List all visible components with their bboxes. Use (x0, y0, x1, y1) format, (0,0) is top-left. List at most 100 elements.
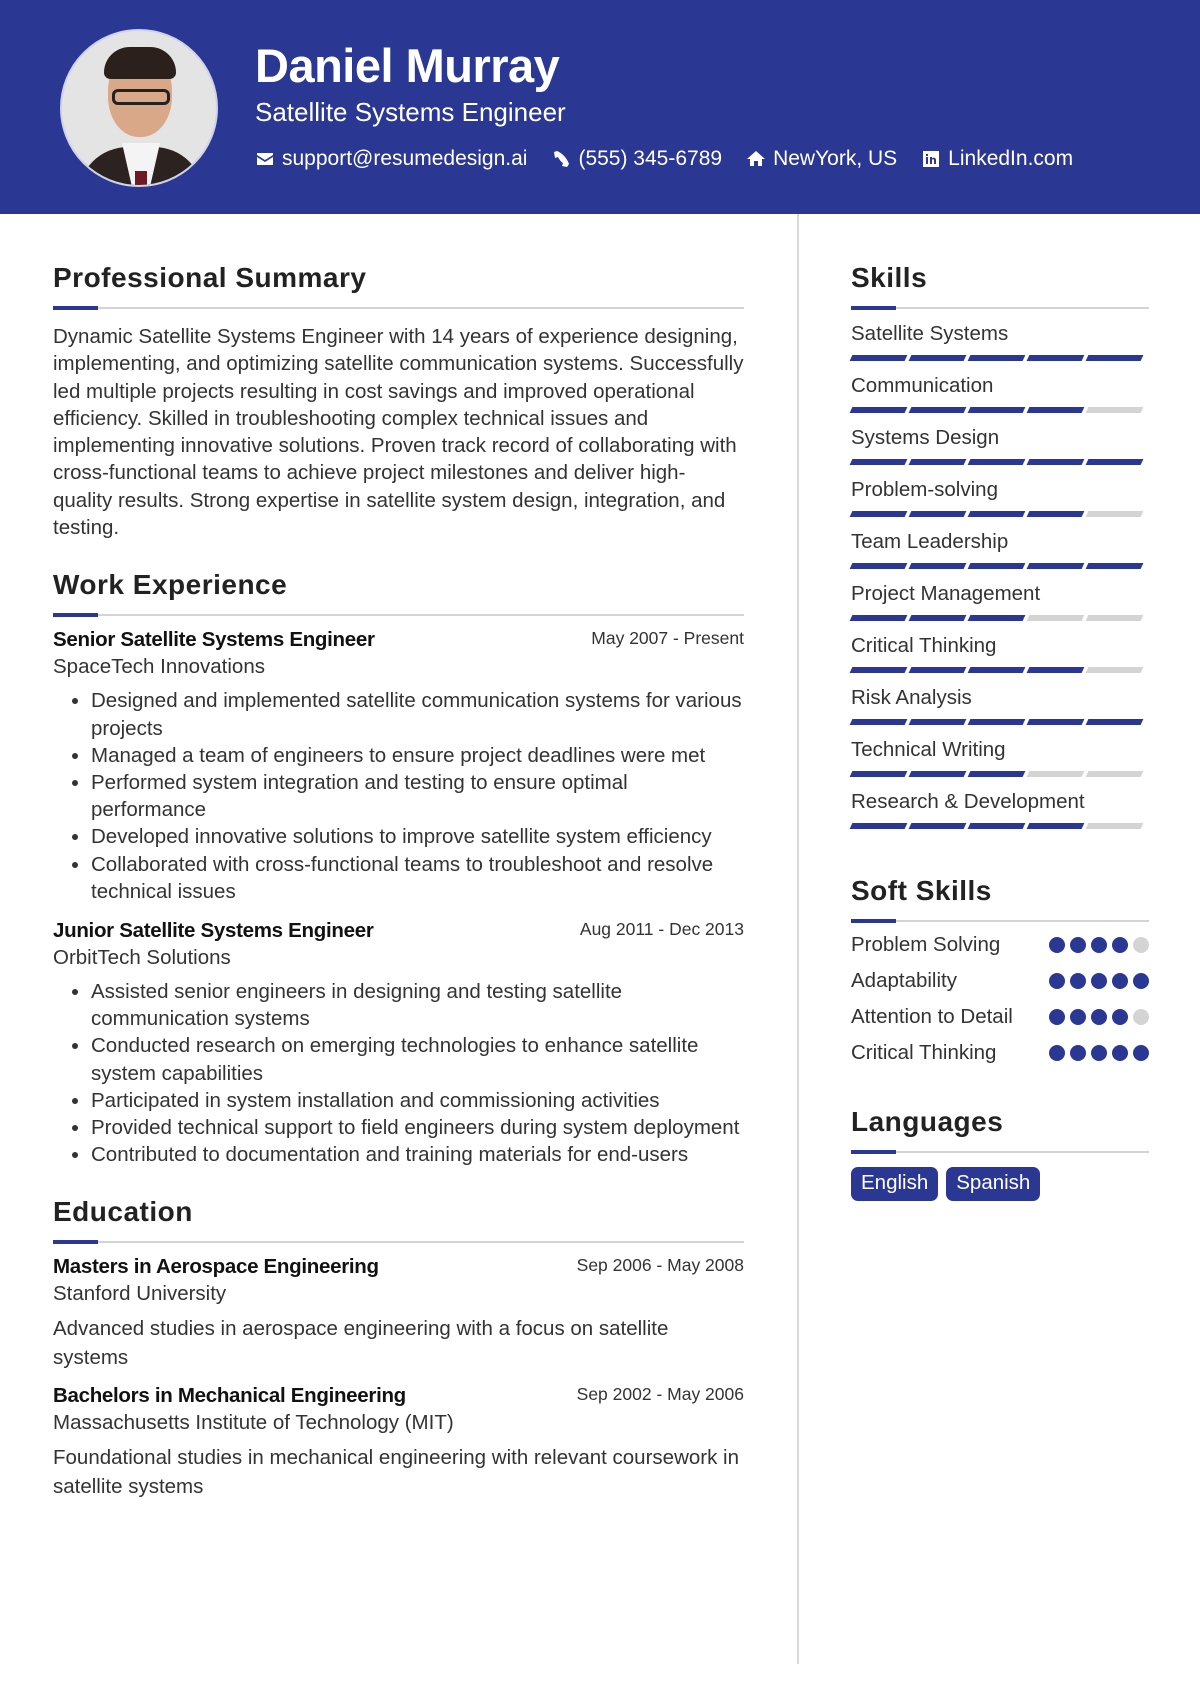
summary-text: Dynamic Satellite Systems Engineer with … (53, 325, 744, 540)
skill-level-segment (908, 667, 967, 673)
rating-dot (1133, 973, 1149, 989)
contact-phone-text: (555) 345-6789 (578, 147, 723, 170)
main-column: Professional Summary Dynamic Satellite S… (53, 262, 744, 1529)
skill-level-segment (1026, 719, 1085, 725)
job-bullet: Performed system integration and testing… (91, 769, 744, 823)
job-entry: Senior Satellite Systems Engineer May 200… (53, 628, 744, 905)
education-entry: Bachelors in Mechanical Engineering Sep 2… (53, 1384, 744, 1501)
skill-level-segment (967, 459, 1026, 465)
skill-level-segment (1085, 355, 1144, 361)
skill-level-segment (849, 719, 908, 725)
languages-section: Languages English Spanish (851, 1106, 1149, 1201)
job-bullet: Conducted research on emerging technolog… (91, 1032, 744, 1086)
skill-name: Risk Analysis (851, 686, 972, 709)
skill-level-segment (967, 823, 1026, 829)
job-bullet: Designed and implemented satellite commu… (91, 687, 744, 741)
skill-name: Satellite Systems (851, 322, 1009, 345)
education-description: Foundational studies in mechanical engin… (53, 1446, 739, 1499)
skill-level-segment (1085, 771, 1144, 777)
skill-level-segment (1085, 407, 1144, 413)
job-bullet: Assisted senior engineers in designing a… (91, 978, 744, 1032)
skill-level-segment (1085, 459, 1144, 465)
language-badge: English (851, 1167, 939, 1201)
contact-linkedin[interactable]: LinkedIn.com (921, 147, 1073, 171)
skill-level-segment (1085, 667, 1144, 673)
skill-level-segment (908, 719, 967, 725)
profile-photo (60, 29, 218, 187)
school-name: Massachusetts Institute of Technology (M… (53, 1411, 454, 1435)
rating-dot (1133, 1045, 1149, 1061)
experience-section: Work Experience Senior Satellite Systems… (53, 569, 744, 1168)
candidate-name: Daniel Murray (255, 39, 560, 92)
school-name: Stanford University (53, 1282, 227, 1306)
home-icon (747, 151, 766, 166)
job-date: Aug 2011 - Dec 2013 (579, 919, 744, 939)
soft-skill-rating (1049, 1009, 1149, 1025)
contact-email-text: support@resumedesign.ai (282, 147, 528, 170)
rating-dot (1049, 1009, 1065, 1025)
skill-level-bar (849, 407, 1149, 413)
skill-level-segment (908, 615, 967, 621)
job-bullet: Managed a team of engineers to ensure pr… (91, 742, 744, 769)
section-heading: Education (53, 1196, 193, 1228)
skill-level-segment (1085, 719, 1144, 725)
column-divider (797, 214, 799, 1664)
language-badge: Spanish (946, 1167, 1041, 1201)
soft-skill-list: Problem Solving Adaptability Attention to … (851, 931, 1149, 1066)
skill-level-segment (849, 615, 908, 621)
section-heading: Skills (851, 262, 928, 293)
soft-skill-name: Critical Thinking (851, 1041, 997, 1064)
skill-level-segment (849, 771, 908, 777)
soft-skill-row: Attention to Detail (851, 1003, 1149, 1030)
rating-dot (1049, 973, 1065, 989)
skill-level-segment (849, 563, 908, 569)
section-heading: Languages (851, 1106, 1004, 1137)
job-company: SpaceTech Innovations (53, 655, 265, 679)
skill-name: Research & Development (851, 790, 1085, 813)
skill-level-segment (1026, 823, 1085, 829)
skill-level-segment (1026, 563, 1085, 569)
rating-dot (1091, 1009, 1107, 1025)
soft-skill-rating (1049, 937, 1149, 953)
education-section: Education Masters in Aerospace Engineeri… (53, 1196, 744, 1501)
skill-level-segment (849, 511, 908, 517)
section-rule (53, 1240, 744, 1245)
job-bullets: Designed and implemented satellite commu… (53, 687, 744, 905)
skill-level-segment (908, 823, 967, 829)
skill-list: Satellite Systems Communication Systems De… (849, 322, 1149, 829)
skill-level-segment (1085, 615, 1144, 621)
skill-level-segment (1085, 823, 1144, 829)
rating-dot (1091, 973, 1107, 989)
education-date: Sep 2002 - May 2006 (576, 1384, 744, 1405)
job-bullet: Provided technical support to field engi… (91, 1114, 744, 1141)
job-company: OrbitTech Solutions (53, 946, 231, 969)
job-bullet: Contributed to documentation and trainin… (91, 1141, 744, 1168)
rating-dot (1112, 973, 1128, 989)
rating-dot (1091, 937, 1107, 953)
rating-dot (1049, 937, 1065, 953)
job-bullets: Assisted senior engineers in designing a… (53, 978, 744, 1168)
skill-level-bar (849, 719, 1149, 725)
skill-level-bar (849, 823, 1149, 829)
skill-level-segment (1026, 355, 1085, 361)
section-rule (53, 613, 744, 618)
job-bullet: Participated in system installation and … (91, 1087, 744, 1114)
contact-phone[interactable]: (555) 345-6789 (551, 147, 722, 171)
skill-level-segment (1085, 511, 1144, 517)
soft-skill-name: Attention to Detail (851, 1005, 1013, 1028)
skill-level-segment (967, 563, 1026, 569)
skill-level-segment (967, 719, 1026, 725)
rating-dot (1133, 1009, 1149, 1025)
contact-email[interactable]: support@resumedesign.ai (255, 147, 527, 171)
skill-level-segment (967, 511, 1026, 517)
education-header: Bachelors in Mechanical Engineering Sep 2… (53, 1384, 744, 1408)
skill-level-segment (967, 615, 1026, 621)
soft-skill-row: Problem Solving (851, 931, 1149, 958)
contact-location: NewYork, US (746, 147, 897, 171)
job-header: Senior Satellite Systems Engineer May 200… (53, 628, 744, 652)
skill-level-segment (1026, 615, 1085, 621)
degree-title: Masters in Aerospace Engineering (53, 1255, 379, 1279)
linkedin-icon (923, 151, 940, 167)
skill-level-bar (849, 667, 1149, 673)
skill-level-segment (908, 771, 967, 777)
